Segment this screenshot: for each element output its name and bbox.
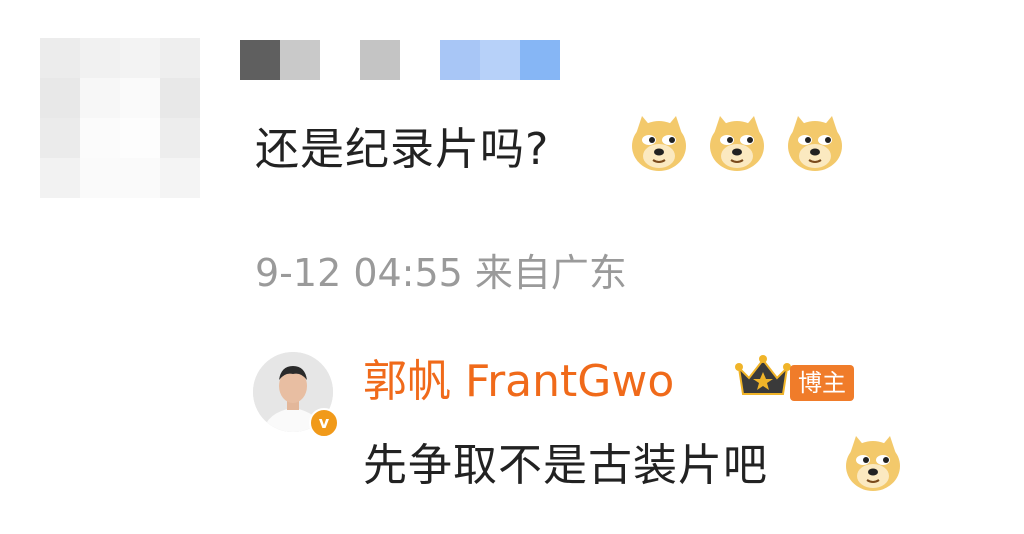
comment-emoji-row (628, 112, 846, 174)
crown-icon (735, 355, 791, 395)
reply-text: 先争取不是古装片吧 (363, 440, 768, 491)
reply-avatar[interactable]: v (253, 352, 339, 438)
doge-emoji-icon (710, 116, 764, 171)
comment-meta: 9-12 04:55 来自广东 (255, 251, 627, 295)
reply-username[interactable]: 郭帆 FrantGwo (363, 352, 674, 412)
comment-text: 还是纪录片吗? (255, 124, 550, 175)
blurred-username (240, 40, 560, 80)
doge-emoji-icon (846, 436, 900, 491)
verified-v-icon: v (309, 408, 339, 438)
doge-emoji-icon (788, 116, 842, 171)
doge-emoji-icon (632, 116, 686, 171)
blogger-badge: 博主 (790, 365, 854, 401)
blurred-avatar (40, 38, 200, 198)
